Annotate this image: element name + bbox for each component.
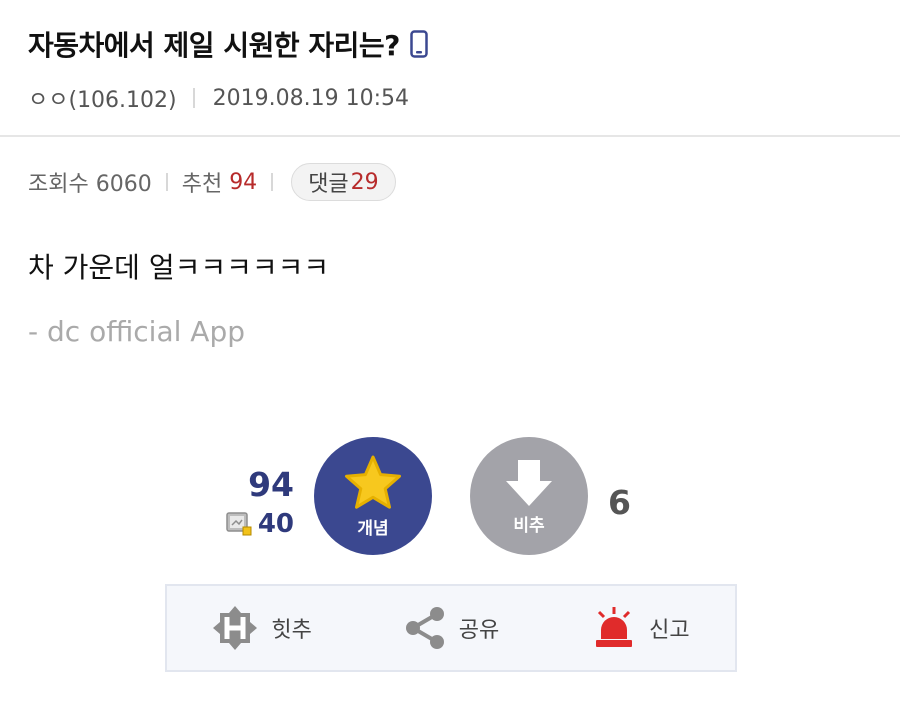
- post-action-bar: 힛추 공유 신고: [165, 584, 737, 672]
- vote-area: 94 40 개념 비추 6: [0, 437, 900, 557]
- meta-divider: [192, 88, 195, 108]
- post-body: 차 가운데 얼ㅋㅋㅋㅋㅋㅋ: [28, 251, 330, 284]
- title-row: 자동차에서 제일 시원한 자리는?: [28, 24, 428, 64]
- fixed-user-icon: [226, 512, 252, 536]
- comments-label: 댓글: [308, 172, 349, 197]
- mobile-phone-icon: [410, 30, 428, 58]
- downvote-label: 비추: [513, 515, 545, 536]
- hit-button[interactable]: 힛추: [167, 604, 356, 652]
- report-button[interactable]: 신고: [546, 605, 735, 651]
- downvote-count: 6: [608, 483, 631, 522]
- post-date: 2019.08.19 10:54: [212, 85, 409, 111]
- view-count: 조회수 6060: [28, 172, 152, 197]
- recommend-count: 94: [229, 169, 258, 195]
- star-icon: [345, 455, 401, 509]
- stat-divider: [165, 173, 168, 191]
- share-button[interactable]: 공유: [356, 605, 545, 651]
- downvote-button[interactable]: 비추: [470, 437, 588, 555]
- comments-button[interactable]: 댓글 29: [291, 163, 396, 201]
- hit-badge-icon: [213, 606, 258, 650]
- upvote-button[interactable]: 개념: [314, 437, 432, 555]
- stat-divider: [271, 173, 274, 191]
- down-arrow-icon: [506, 459, 552, 506]
- hit-label: 힛추: [271, 618, 312, 643]
- share-label: 공유: [458, 618, 500, 643]
- recommend-label: 추천: [181, 172, 223, 197]
- post-meta: ㅇㅇ(106.102) 2019.08.19 10:54: [28, 82, 409, 114]
- siren-icon: [596, 607, 633, 647]
- report-label: 신고: [649, 618, 690, 643]
- upvote-label: 개념: [357, 518, 389, 539]
- share-icon: [405, 607, 444, 649]
- upvote-count: 94: [248, 465, 294, 504]
- post-stats: 조회수 6060 추천 94 댓글 29: [28, 163, 396, 201]
- app-signature: - dc official App: [28, 315, 245, 348]
- fixed-count-row: 40: [226, 509, 294, 539]
- author-name[interactable]: ㅇㅇ(106.102): [28, 82, 177, 114]
- fixed-count: 40: [257, 509, 294, 539]
- post-header: 자동차에서 제일 시원한 자리는? ㅇㅇ(106.102) 2019.08.19…: [0, 0, 900, 137]
- post-title: 자동차에서 제일 시원한 자리는?: [28, 29, 400, 62]
- comments-count: 29: [350, 169, 379, 195]
